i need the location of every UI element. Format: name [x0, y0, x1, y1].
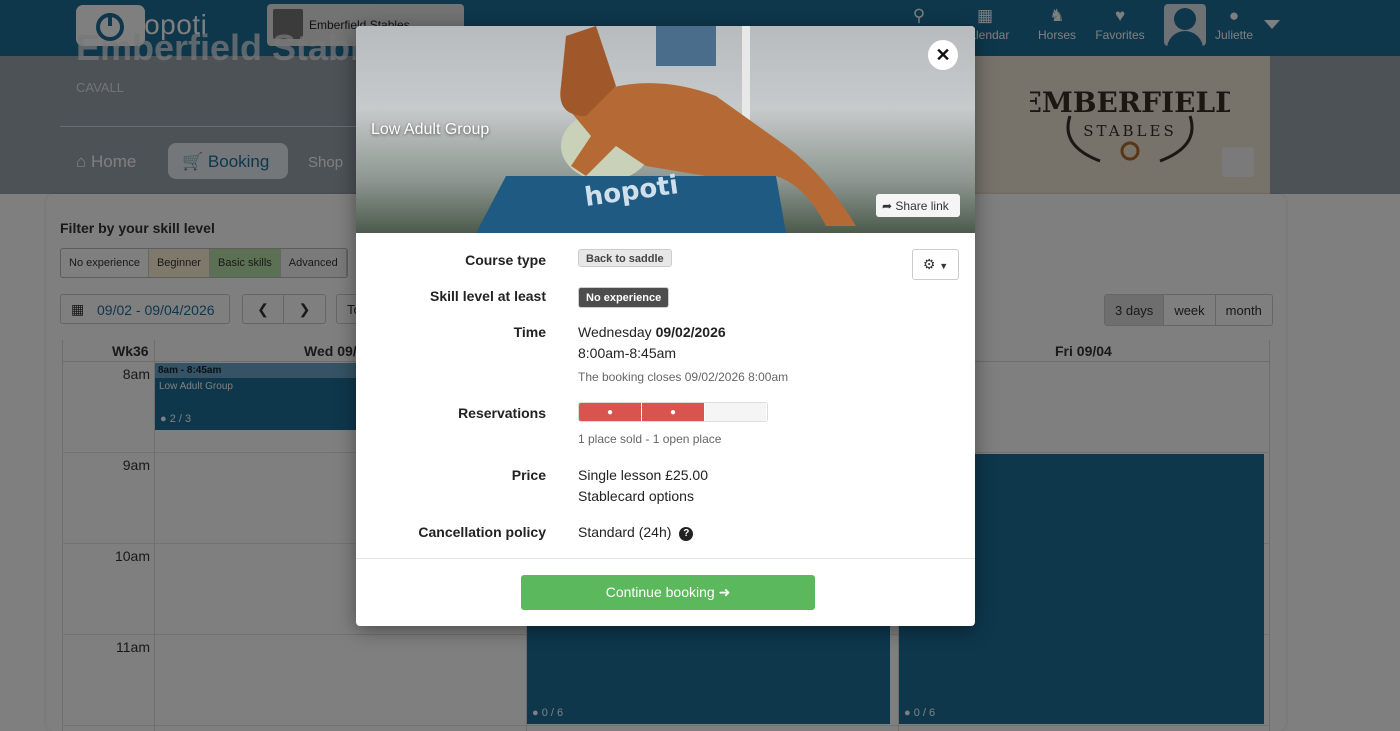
skill-level-badge: No experience — [578, 287, 670, 308]
seat-taken: ● — [642, 403, 705, 421]
share-link-label: Share link — [895, 199, 949, 213]
settings-button[interactable]: ⚙ ▼ — [912, 249, 959, 280]
time-day: Wednesday — [578, 324, 652, 340]
seat-open — [705, 403, 767, 421]
cancellation-label: Cancellation policy — [418, 524, 546, 540]
seat-taken: ● — [579, 403, 642, 421]
chevron-down-icon: ▼ — [939, 261, 949, 271]
time-date-line: Wednesday 09/02/2026 — [578, 324, 726, 340]
skill-level-label: Skill level at least — [430, 288, 546, 304]
time-label: Time — [513, 324, 546, 340]
close-button[interactable]: ✕ — [928, 40, 958, 70]
course-type-label: Course type — [465, 252, 546, 268]
price-options[interactable]: Stablecard options — [578, 488, 694, 504]
booking-close-note: The booking closes 09/02/2026 8:00am — [578, 370, 789, 384]
reservations-bar: ● ● — [578, 402, 768, 422]
price-label: Price — [511, 467, 546, 483]
modal-footer-divider — [356, 558, 975, 559]
course-image: hopoti Low Adult Group ✕ ➦ Share link — [356, 26, 975, 233]
share-icon: ➦ — [882, 199, 893, 213]
gear-icon: ⚙ — [922, 256, 936, 272]
course-type-badge: Back to saddle — [578, 249, 672, 267]
reservations-label: Reservations — [458, 405, 546, 421]
continue-booking-button[interactable]: Continue booking ➜ — [521, 575, 815, 610]
user-icon: ● — [606, 406, 614, 418]
user-icon: ● — [669, 406, 677, 418]
cancellation-text: Standard (24h) — [578, 524, 672, 540]
cancellation-value: Standard (24h) ? — [578, 524, 694, 541]
reservations-note: 1 place sold - 1 open place — [578, 432, 722, 446]
time-date: 09/02/2026 — [655, 324, 726, 340]
time-range: 8:00am-8:45am — [578, 345, 677, 361]
price-value: Single lesson £25.00 — [578, 467, 708, 483]
close-icon: ✕ — [935, 45, 951, 65]
course-title: Low Adult Group — [371, 121, 490, 138]
share-link-button[interactable]: ➦ Share link — [876, 194, 960, 217]
help-icon[interactable]: ? — [679, 527, 694, 541]
course-modal: hopoti Low Adult Group ✕ ➦ Share link Co… — [356, 26, 975, 626]
